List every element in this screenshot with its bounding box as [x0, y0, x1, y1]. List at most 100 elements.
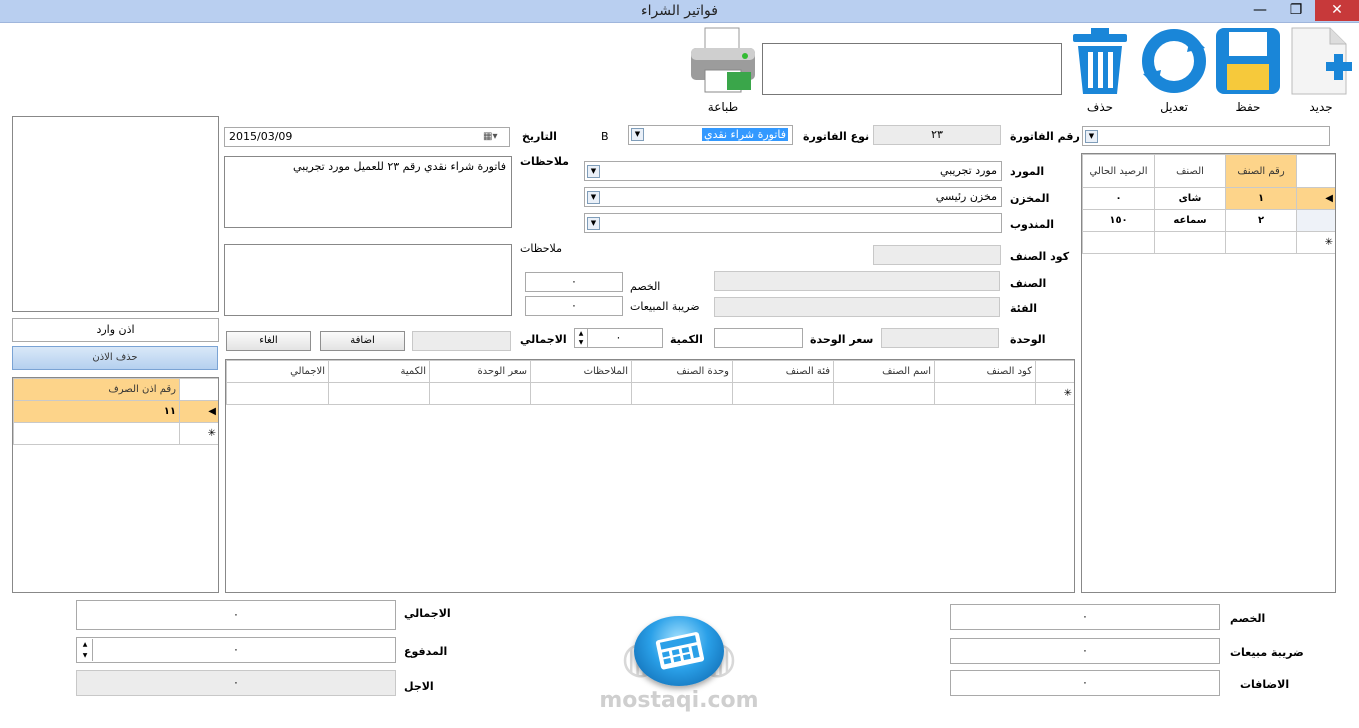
grid-corner [1035, 360, 1074, 383]
title-bar: فواتير الشراء ✕ ❐ — [0, 0, 1359, 23]
refresh-icon [1142, 29, 1206, 93]
item-balance: ٠ [1082, 187, 1155, 210]
additions-field[interactable]: ٠ [950, 670, 1220, 696]
remaining-field[interactable]: ٠ [76, 670, 396, 696]
table-row[interactable]: ٢ سماعه ١٥٠ [1082, 209, 1335, 232]
new-row[interactable]: ✳ [1082, 231, 1335, 254]
rep-dropdown-arrow-icon[interactable]: ▼ [587, 217, 600, 230]
print-label: طباعة [707, 100, 739, 114]
lines-header-code[interactable]: كود الصنف [934, 360, 1036, 383]
lines-header-notes[interactable]: الملاحظات [530, 360, 632, 383]
calendar-icon[interactable]: ▦▾ [483, 131, 497, 142]
supplier-select[interactable]: مورد تجريبي [584, 161, 1002, 181]
edit-button[interactable]: تعديل [1138, 26, 1210, 114]
grand-total-label: الاجمالي [404, 607, 451, 620]
lines-grid[interactable]: كود الصنف اسم الصنف فئة الصنف وحدة الصنف… [225, 359, 1075, 593]
search-box[interactable] [762, 43, 1062, 95]
grid-corner [1296, 154, 1335, 188]
total-sales-tax-field[interactable]: ٠ [950, 638, 1220, 664]
total-label: الاجمالي [520, 333, 567, 346]
unit-label: الوحدة [1010, 333, 1046, 346]
invoice-type-select[interactable]: فاتورة شراء نقدي [628, 125, 793, 145]
lines-header-unit-price[interactable]: سعر الوحدة [429, 360, 531, 383]
item-code-field[interactable] [873, 245, 1001, 265]
invoice-type-dropdown-arrow-icon[interactable]: ▼ [631, 128, 644, 141]
discount-field[interactable]: ٠ [525, 272, 623, 292]
search-dropdown-arrow-icon[interactable]: ▼ [1085, 130, 1098, 143]
sales-tax-field[interactable]: ٠ [525, 296, 623, 316]
invoice-type-label: نوع الفاتورة [803, 130, 870, 143]
items-header-no[interactable]: رقم الصنف [1225, 154, 1297, 188]
permit-header[interactable]: رقم اذن الصرف [13, 378, 180, 401]
items-header-balance[interactable]: الرصيد الحالي [1082, 154, 1155, 188]
notes-label: ملاحظات [520, 155, 569, 168]
new-row-asterisk-icon: ✳ [179, 422, 218, 445]
item-field[interactable] [714, 271, 1000, 291]
new-label: جديد [1309, 100, 1333, 114]
table-row[interactable]: ◀ ١ شاى ٠ [1082, 187, 1335, 210]
new-row[interactable]: ✳ [13, 422, 218, 445]
supplier-label: المورد [1010, 165, 1045, 178]
new-row[interactable]: ✳ [226, 382, 1074, 405]
total-discount-field[interactable]: ٠ [950, 604, 1220, 630]
store-label: المخزن [1010, 192, 1050, 205]
save-disk-icon [1216, 28, 1280, 94]
lines-header-unit[interactable]: وحدة الصنف [631, 360, 733, 383]
qty-spinner-icon[interactable]: ▲ ▼ [575, 329, 588, 347]
notes2-textarea[interactable] [224, 244, 512, 316]
lines-header-category[interactable]: فئة الصنف [732, 360, 834, 383]
item-no: ١ [1225, 187, 1297, 210]
search-field[interactable] [1082, 126, 1330, 146]
date-value: 2015/03/09 [229, 130, 293, 143]
restore-button[interactable]: ❐ [1279, 0, 1313, 21]
delete-permit-button[interactable]: حذف الاذن [12, 346, 218, 370]
permit-grid[interactable]: رقم اذن الصرف ◀ ١١ ✳ [12, 377, 219, 593]
notes2-label: ملاحظات [520, 242, 562, 255]
discount-label: الخصم [630, 280, 661, 293]
new-button[interactable]: جديد [1285, 26, 1357, 114]
lines-header-qty[interactable]: الكمية [328, 360, 430, 383]
close-button[interactable]: ✕ [1315, 0, 1359, 21]
line-total-field[interactable] [412, 331, 511, 351]
print-button[interactable]: طباعة [686, 26, 760, 114]
cancel-button[interactable]: الغاء [226, 331, 311, 351]
minimize-button[interactable]: — [1243, 0, 1277, 21]
save-button[interactable]: حفظ [1212, 26, 1284, 114]
category-label: الفئة [1010, 302, 1037, 315]
paid-field[interactable]: ٠ [76, 637, 396, 663]
add-button[interactable]: اضافة [320, 331, 405, 351]
store-select[interactable]: مخزن رئيسي [584, 187, 1002, 207]
lines-header-total[interactable]: الاجمالي [226, 360, 329, 383]
watermark-text: mostaqi.com [599, 688, 759, 713]
paid-spinner-icon[interactable]: ▲ ▼ [78, 639, 93, 661]
delete-button[interactable]: حذف [1064, 26, 1136, 114]
remaining-label: الاجل [404, 680, 434, 693]
date-field[interactable]: 2015/03/09 [224, 127, 510, 147]
unit-price-field[interactable] [714, 328, 803, 348]
total-discount-label: الخصم [1230, 612, 1266, 625]
rep-select[interactable] [584, 213, 1002, 233]
save-label: حفظ [1235, 100, 1261, 114]
table-row[interactable]: ◀ ١١ [13, 400, 218, 423]
invoice-no-field[interactable]: ٢٣ [873, 125, 1001, 145]
item-name: سماعه [1154, 209, 1226, 232]
lines-header-name[interactable]: اسم الصنف [833, 360, 935, 383]
category-field[interactable] [714, 297, 1000, 317]
qty-label: الكمية [670, 333, 703, 346]
grid-corner [179, 378, 218, 401]
grand-total-field[interactable]: ٠ [76, 600, 396, 630]
notes-textarea[interactable]: فاتورة شراء نقدي رقم ٢٣ للعميل مورد تجري… [224, 156, 512, 228]
unit-field[interactable] [881, 328, 999, 348]
items-header-name[interactable]: الصنف [1154, 154, 1226, 188]
b-marker: B [601, 130, 609, 143]
items-grid[interactable]: رقم الصنف الصنف الرصيد الحالي ◀ ١ شاى ٠ … [1081, 153, 1336, 593]
image-preview [12, 116, 219, 312]
calculator-button[interactable] [634, 616, 724, 686]
date-label: التاريخ [522, 130, 557, 143]
store-dropdown-arrow-icon[interactable]: ▼ [587, 191, 600, 204]
sales-tax-label: ضريبة المبيعات [630, 300, 700, 313]
supplier-dropdown-arrow-icon[interactable]: ▼ [587, 165, 600, 178]
item-label: الصنف [1010, 277, 1047, 290]
total-sales-tax-label: ضريبة مبيعات [1230, 646, 1304, 659]
receipt-field[interactable]: اذن وارد [12, 318, 219, 342]
